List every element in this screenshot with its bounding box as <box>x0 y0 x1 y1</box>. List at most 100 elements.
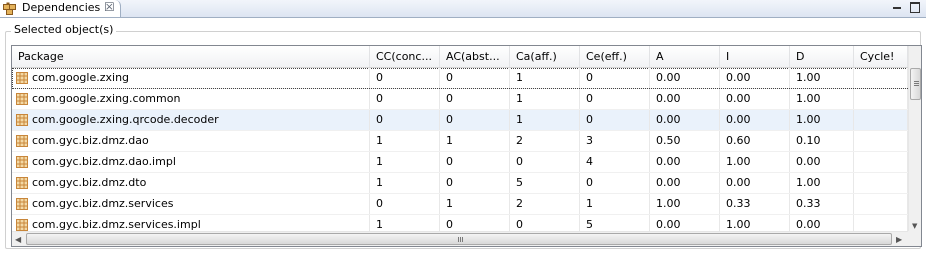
table-row[interactable]: com.gyc.biz.dmz.services.impl 1 0 0 5 0.00 1.0… <box>12 215 908 231</box>
close-icon[interactable]: ☒ <box>104 0 115 15</box>
cell-cycle <box>854 110 908 130</box>
tab-label: Dependencies <box>22 1 101 14</box>
cell-ca: 2 <box>510 131 580 151</box>
column-header-d[interactable]: D <box>790 46 854 67</box>
package-name: com.gyc.biz.dmz.dto <box>32 176 147 189</box>
cell-ac: 1 <box>440 131 510 151</box>
table-row[interactable]: com.google.zxing 0 0 1 0 0.00 0.00 1.00 <box>12 68 908 89</box>
column-header-ca[interactable]: Ca(aff.) <box>510 46 580 67</box>
package-icon <box>16 219 28 231</box>
scroll-down-arrow-icon[interactable]: ▼ <box>912 222 917 230</box>
cell-cycle <box>854 173 908 193</box>
cell-cc: 1 <box>370 131 440 151</box>
cell-d: 1.00 <box>790 68 854 88</box>
cell-ca: 0 <box>510 152 580 172</box>
package-icon <box>16 93 28 105</box>
package-name: com.google.zxing.qrcode.decoder <box>32 113 219 126</box>
package-name: com.gyc.biz.dmz.dao.impl <box>32 155 176 168</box>
cell-d: 0.00 <box>790 152 854 172</box>
horizontal-scroll-thumb[interactable] <box>26 233 892 245</box>
horizontal-scrollbar[interactable]: ◀ ▶ <box>12 231 908 246</box>
view-tab-bar: Dependencies ☒ <box>0 0 926 18</box>
package-name: com.gyc.biz.dmz.dao <box>32 134 149 147</box>
cell-cycle <box>854 194 908 214</box>
column-header-ac[interactable]: AC(abst... <box>440 46 510 67</box>
package-grid-icon <box>3 2 16 15</box>
cell-package: com.google.zxing <box>12 68 370 88</box>
cell-ac: 0 <box>440 215 510 231</box>
cell-i: 0.00 <box>720 68 790 88</box>
cell-i: 0.00 <box>720 110 790 130</box>
cell-cc: 0 <box>370 194 440 214</box>
scroll-right-arrow-icon[interactable]: ▶ <box>896 235 902 244</box>
column-header-a[interactable]: A <box>650 46 720 67</box>
cell-ac: 0 <box>440 68 510 88</box>
vertical-scroll-thumb[interactable] <box>910 68 921 100</box>
cell-package: com.google.zxing.common <box>12 89 370 109</box>
cell-ce: 3 <box>580 131 650 151</box>
cell-d: 1.00 <box>790 173 854 193</box>
cell-i: 1.00 <box>720 152 790 172</box>
cell-package: com.gyc.biz.dmz.services <box>12 194 370 214</box>
cell-i: 0.33 <box>720 194 790 214</box>
cell-d: 0.00 <box>790 215 854 231</box>
cell-a: 0.00 <box>650 110 720 130</box>
table-row[interactable]: com.gyc.biz.dmz.dto 1 0 5 0 0.00 0.00 1.00 <box>12 173 908 194</box>
scroll-corner <box>908 231 921 246</box>
package-name: com.gyc.biz.dmz.services.impl <box>32 218 201 231</box>
cell-d: 0.33 <box>790 194 854 214</box>
cell-ac: 0 <box>440 89 510 109</box>
table-row[interactable]: com.gyc.biz.dmz.dao 1 1 2 3 0.50 0.60 0.10 <box>12 131 908 152</box>
cell-d: 1.00 <box>790 110 854 130</box>
table-row[interactable]: com.gyc.biz.dmz.dao.impl 1 0 0 4 0.00 1.00 0.00 <box>12 152 908 173</box>
dependencies-table: Package CC(conc... AC(abst... Ca(aff.) Ce(ef… <box>11 45 922 247</box>
table-row[interactable]: com.gyc.biz.dmz.services 0 1 2 1 1.00 0.33 0.33 <box>12 194 908 215</box>
cell-ac: 1 <box>440 194 510 214</box>
scroll-left-arrow-icon[interactable]: ◀ <box>15 235 21 244</box>
cell-cc: 0 <box>370 68 440 88</box>
cell-cycle <box>854 215 908 231</box>
cell-ca: 2 <box>510 194 580 214</box>
cell-a: 0.00 <box>650 173 720 193</box>
cell-cycle <box>854 68 908 88</box>
column-header-i[interactable]: I <box>720 46 790 67</box>
table-body: com.google.zxing 0 0 1 0 0.00 0.00 1.00 com.goog… <box>12 68 908 231</box>
column-header-cycle[interactable]: Cycle! <box>854 46 908 67</box>
minimize-icon[interactable] <box>890 0 904 14</box>
cell-cycle <box>854 131 908 151</box>
column-header-package[interactable]: Package <box>12 46 370 67</box>
cell-a: 0.00 <box>650 89 720 109</box>
cell-cc: 0 <box>370 110 440 130</box>
cell-a: 0.00 <box>650 152 720 172</box>
cell-ac: 0 <box>440 110 510 130</box>
vertical-scrollbar[interactable]: ▼ <box>908 46 921 231</box>
package-name: com.gyc.biz.dmz.services <box>32 197 174 210</box>
cell-package: com.gyc.biz.dmz.dao.impl <box>12 152 370 172</box>
cell-ca: 5 <box>510 173 580 193</box>
maximize-icon[interactable] <box>908 0 922 14</box>
package-icon <box>16 177 28 189</box>
cell-cc: 1 <box>370 173 440 193</box>
cell-package: com.gyc.biz.dmz.dao <box>12 131 370 151</box>
column-header-ce[interactable]: Ce(eff.) <box>580 46 650 67</box>
cell-i: 0.60 <box>720 131 790 151</box>
group-label: Selected object(s) <box>11 23 117 37</box>
cell-ca: 1 <box>510 89 580 109</box>
table-row[interactable]: com.google.zxing.common 0 0 1 0 0.00 0.00 1.00 <box>12 89 908 110</box>
cell-ca: 1 <box>510 68 580 88</box>
cell-i: 0.00 <box>720 89 790 109</box>
cell-ce: 5 <box>580 215 650 231</box>
cell-ce: 0 <box>580 110 650 130</box>
cell-a: 0.00 <box>650 215 720 231</box>
package-icon <box>16 198 28 210</box>
cell-ce: 0 <box>580 173 650 193</box>
cell-i: 0.00 <box>720 173 790 193</box>
package-icon <box>16 135 28 147</box>
cell-a: 0.50 <box>650 131 720 151</box>
cell-cycle <box>854 89 908 109</box>
package-name: com.google.zxing.common <box>32 92 181 105</box>
cell-cc: 0 <box>370 89 440 109</box>
tab-dependencies[interactable]: Dependencies ☒ <box>0 0 121 17</box>
column-header-cc[interactable]: CC(conc... <box>370 46 440 67</box>
table-row[interactable]: com.google.zxing.qrcode.decoder 0 0 1 0 0.00 0… <box>12 110 908 131</box>
